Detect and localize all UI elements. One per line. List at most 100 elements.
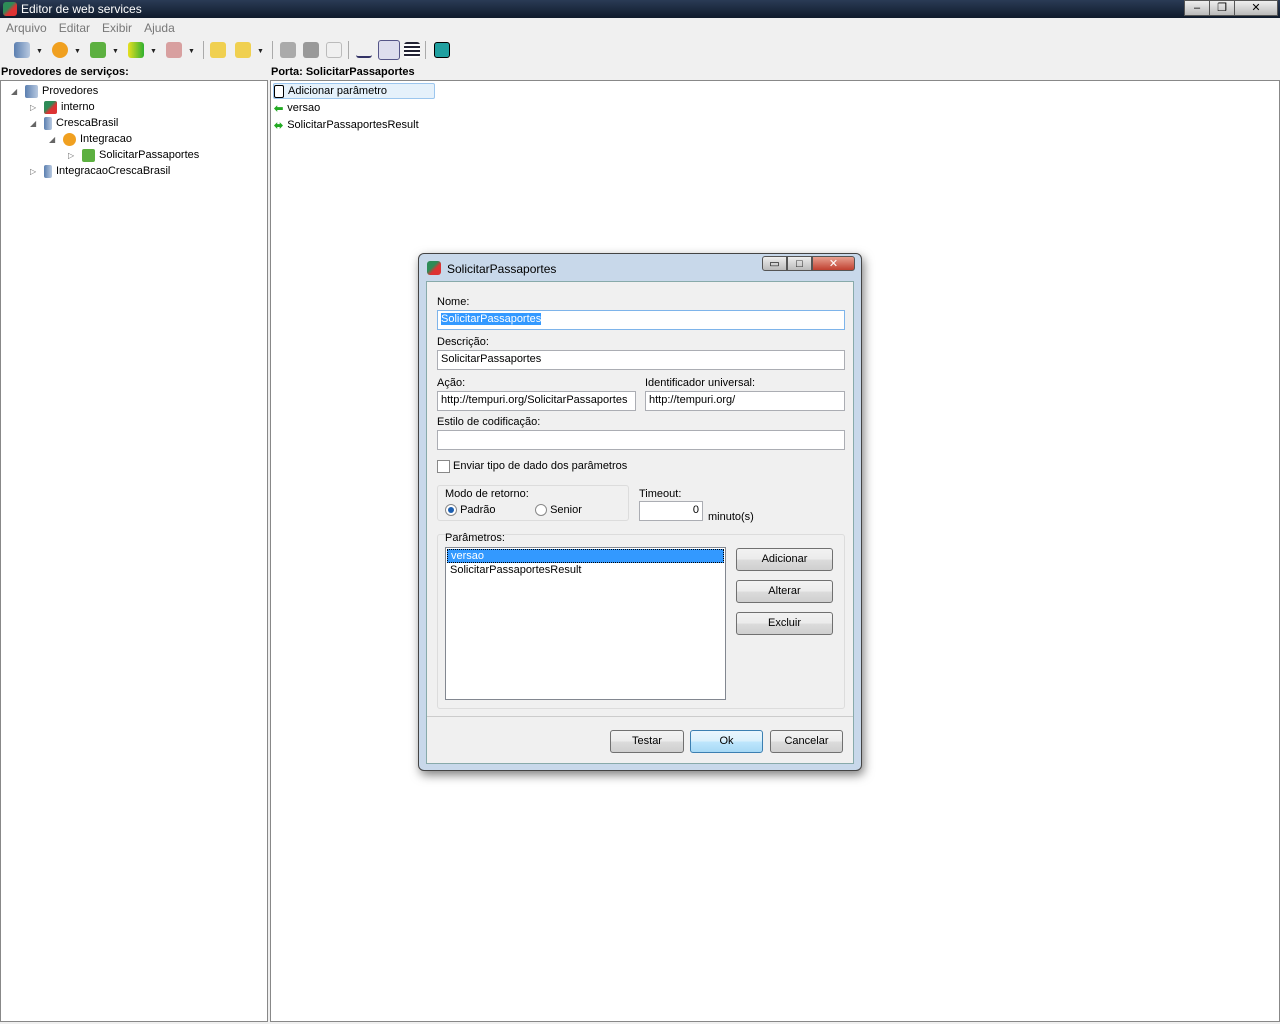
tree-label: Integracao <box>80 133 132 145</box>
enviar-label: Enviar tipo de dado dos parâmetros <box>453 460 628 472</box>
server-icon <box>44 164 52 178</box>
descricao-input[interactable]: SolicitarPassaportes <box>437 350 845 370</box>
maximize-button[interactable]: □ <box>787 256 812 271</box>
excluir-button[interactable]: Excluir <box>736 612 833 635</box>
tree-node-crescabrasil[interactable]: ◢ CrescaBrasil <box>30 115 118 131</box>
ok-button[interactable]: Ok <box>690 730 763 753</box>
server-icon <box>44 116 52 130</box>
tree-node-provedores[interactable]: ◢ Provedores <box>11 83 98 99</box>
nome-label: Nome: <box>437 296 470 308</box>
timeout-input[interactable]: 0 <box>639 501 703 521</box>
minimize-button[interactable]: ▭ <box>762 256 787 271</box>
parameter-item-result[interactable]: ⬌ SolicitarPassaportesResult <box>274 117 419 133</box>
item-label: versao <box>287 102 321 114</box>
undo-icon[interactable] <box>326 42 342 58</box>
radio-icon <box>535 504 547 517</box>
expand-icon[interactable]: ▷ <box>30 167 40 176</box>
app-icon <box>3 2 17 16</box>
port-icon[interactable] <box>90 42 106 58</box>
adicionar-button[interactable]: Adicionar <box>736 548 833 571</box>
import-icon[interactable] <box>210 42 226 58</box>
acao-label: Ação: <box>437 377 466 389</box>
expand-icon[interactable]: ▷ <box>30 103 40 112</box>
title-bar: Editor de web services – ❐ ✕ <box>0 0 1280 18</box>
estilo-label: Estilo de codificação: <box>437 416 541 428</box>
tree-node-interno[interactable]: ▷ interno <box>30 99 95 115</box>
new-document-icon <box>274 84 284 98</box>
testar-button[interactable]: Testar <box>610 730 684 753</box>
parametro-item[interactable]: SolicitarPassaportesResult <box>447 564 724 576</box>
senior-label: Senior <box>550 504 582 516</box>
menu-arquivo[interactable]: Arquivo <box>0 18 53 38</box>
dropdown-arrow-icon[interactable]: ▼ <box>188 48 195 55</box>
minutos-label: minuto(s) <box>708 511 754 523</box>
add-parameter-item[interactable]: Adicionar parâmetro <box>273 83 435 99</box>
descricao-label: Descrição: <box>437 336 489 348</box>
enviar-checkbox[interactable] <box>437 460 450 473</box>
timeout-label: Timeout: <box>639 488 682 500</box>
providers-icon[interactable] <box>14 42 30 58</box>
separator <box>272 41 273 59</box>
dropdown-arrow-icon[interactable]: ▼ <box>36 48 43 55</box>
detail-view-icon[interactable] <box>378 40 400 60</box>
arrow-left-icon: ⬅ <box>274 102 284 115</box>
dropdown-arrow-icon[interactable]: ▼ <box>150 48 157 55</box>
collapse-icon[interactable]: ◢ <box>30 119 40 128</box>
menu-ajuda[interactable]: Ajuda <box>138 18 181 38</box>
uri-input[interactable]: http://tempuri.org/ <box>645 391 845 411</box>
menu-editar[interactable]: Editar <box>53 18 96 38</box>
parameter-icon[interactable] <box>128 42 144 58</box>
text-view-icon[interactable] <box>356 42 372 58</box>
parametro-item[interactable]: versao <box>447 549 724 563</box>
collapse-icon[interactable]: ◢ <box>11 87 21 96</box>
modo-label: Modo de retorno: <box>445 488 529 500</box>
window-title: Editor de web services <box>21 2 142 16</box>
estilo-input[interactable] <box>437 430 845 450</box>
run-icon[interactable] <box>434 42 450 58</box>
item-label: Adicionar parâmetro <box>288 85 388 97</box>
menu-exibir[interactable]: Exibir <box>96 18 138 38</box>
dropdown-arrow-icon[interactable]: ▼ <box>74 48 81 55</box>
table-icon[interactable] <box>166 42 182 58</box>
senior-radio[interactable]: Senior <box>535 504 582 517</box>
list-view-icon[interactable] <box>404 42 420 58</box>
radio-selected-icon <box>445 504 457 517</box>
dropdown-arrow-icon[interactable]: ▼ <box>112 48 119 55</box>
copy-icon[interactable] <box>303 42 319 58</box>
dropdown-arrow-icon[interactable]: ▼ <box>257 48 264 55</box>
nome-input[interactable]: SolicitarPassaportes <box>437 310 845 330</box>
padrao-radio[interactable]: Padrão <box>445 504 496 517</box>
port-dialog: SolicitarPassaportes ▭ □ ✕ Nome: Solicit… <box>418 253 862 771</box>
server-icon <box>25 84 38 98</box>
tree-node-integracaocrescabrasil[interactable]: ▷ IntegracaoCrescaBrasil <box>30 163 170 179</box>
toolbar: ▼ ▼ ▼ ▼ ▼ ▼ <box>0 38 1280 62</box>
service-icon[interactable] <box>52 42 68 58</box>
expand-icon[interactable]: ▷ <box>68 151 78 160</box>
app-icon <box>427 261 441 275</box>
arrow-both-icon: ⬌ <box>274 119 284 132</box>
separator <box>203 41 204 59</box>
service-icon <box>63 132 76 146</box>
parametros-label: Parâmetros: <box>445 532 505 544</box>
collapse-icon[interactable]: ◢ <box>49 135 59 144</box>
tree-node-integracao[interactable]: ◢ Integracao <box>49 131 132 147</box>
dialog-title: SolicitarPassaportes <box>447 262 557 276</box>
restore-button[interactable]: ❐ <box>1209 0 1235 16</box>
alterar-button[interactable]: Alterar <box>736 580 833 603</box>
cancelar-button[interactable]: Cancelar <box>770 730 843 753</box>
acao-input[interactable]: http://tempuri.org/SolicitarPassaportes <box>437 391 636 411</box>
stop-icon[interactable] <box>280 42 296 58</box>
providers-tree: ◢ Provedores ▷ interno ◢ CrescaBrasil ◢ Inte… <box>0 80 268 1022</box>
close-button[interactable]: ✕ <box>812 256 855 271</box>
parametros-list[interactable]: versao SolicitarPassaportesResult <box>445 547 726 700</box>
minimize-button[interactable]: – <box>1184 0 1210 16</box>
tree-node-solicitarpassaportes[interactable]: ▷ SolicitarPassaportes <box>68 147 199 163</box>
tree-label: Provedores <box>42 85 99 97</box>
tree-label: CrescaBrasil <box>56 117 119 129</box>
parameter-item-versao[interactable]: ⬅ versao <box>274 100 320 116</box>
close-button[interactable]: ✕ <box>1234 0 1278 16</box>
dialog-body: Nome: SolicitarPassaportes Descrição: So… <box>426 281 854 764</box>
tree-label: SolicitarPassaportes <box>99 149 200 161</box>
port-header: Porta: SolicitarPassaportes <box>271 66 415 78</box>
export-icon[interactable] <box>235 42 251 58</box>
